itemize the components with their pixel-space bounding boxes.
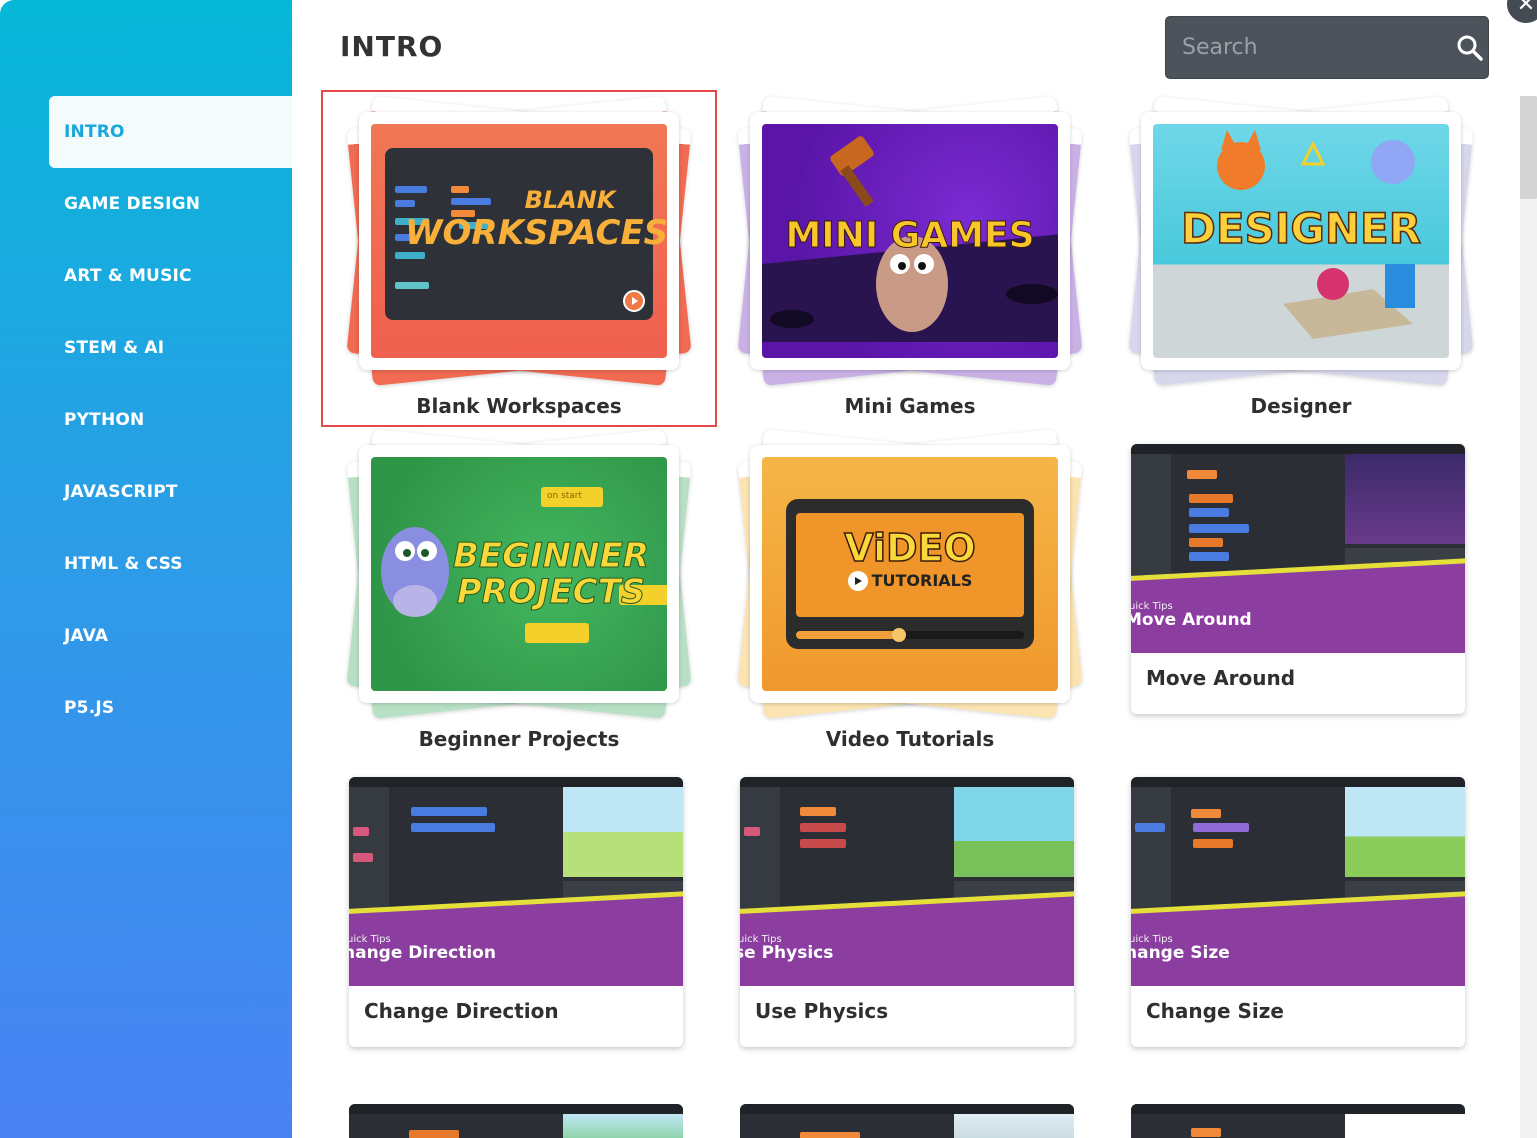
card-label: Video Tutorials: [825, 727, 995, 751]
tile-screenshot: uick Tips hange Direction: [349, 777, 683, 986]
card-label: Blank Workspaces: [416, 394, 622, 418]
project-card-blank-workspaces[interactable]: BLANK WORKSPACES Blank Workspaces: [321, 90, 717, 427]
tile-label: Change Direction: [364, 999, 559, 1023]
video-progress-bar: [796, 628, 1024, 642]
close-icon: ✕: [1516, 0, 1536, 17]
scrollbar-thumb[interactable]: [1520, 96, 1537, 199]
sidebar-item-game-design[interactable]: GAME DESIGN: [49, 168, 292, 240]
sidebar-item-p5js[interactable]: P5.JS: [49, 672, 292, 744]
sidebar: INTRO GAME DESIGN ART & MUSIC STEM & AI …: [0, 0, 292, 1138]
code-block: on start: [541, 487, 603, 507]
play-icon: [623, 290, 645, 312]
search-input[interactable]: [1182, 35, 1456, 60]
art-title: DESIGNER: [1180, 204, 1422, 253]
card-thumbnail: on start BEGINNER PROJECTS: [371, 457, 667, 691]
sidebar-item-intro[interactable]: INTRO: [49, 96, 292, 168]
card-thumbnail: MINI GAMES: [762, 124, 1058, 358]
art-title-line1: BEGINNER: [452, 536, 649, 576]
card-thumbnail: BLANK WORKSPACES: [371, 124, 667, 358]
quick-tips-title: se Physics: [740, 943, 834, 963]
project-card-video-tutorials[interactable]: ViDEO TUTORIALS Video Tutorials: [714, 425, 1106, 758]
tile-label: Use Physics: [755, 999, 889, 1023]
art-title-line2: WORKSPACES: [405, 213, 667, 253]
tutorial-tile-partial[interactable]: [740, 1104, 1074, 1138]
tile-label: Move Around: [1146, 666, 1296, 690]
card-label: Designer: [1250, 394, 1352, 418]
project-card-mini-games[interactable]: MINI GAMES Mini Games: [714, 92, 1106, 425]
tutorial-tile-use-physics[interactable]: uick Tips se Physics Use Physics: [740, 777, 1074, 1047]
sidebar-item-html-css[interactable]: HTML & CSS: [49, 528, 292, 600]
tile-label: Change Size: [1146, 999, 1284, 1023]
tile-screenshot: uick Tips Move Around: [1131, 444, 1465, 653]
tutorial-tile-change-direction[interactable]: uick Tips hange Direction Change Directi…: [349, 777, 683, 1047]
tile-screenshot: uick Tips se Physics: [740, 777, 1074, 986]
sidebar-item-stem-ai[interactable]: STEM & AI: [49, 312, 292, 384]
art-title-line2: PROJECTS: [456, 572, 646, 612]
art-title: MINI GAMES: [785, 215, 1035, 256]
page-title: INTRO: [340, 30, 444, 63]
tutorial-tile-partial[interactable]: [349, 1104, 683, 1138]
sidebar-item-python[interactable]: PYTHON: [49, 384, 292, 456]
sidebar-item-java[interactable]: JAVA: [49, 600, 292, 672]
monster-mascot-icon: [381, 527, 449, 617]
tutorial-tile-move-around[interactable]: uick Tips Move Around Move Around: [1131, 444, 1465, 714]
card-label: Mini Games: [844, 394, 976, 418]
scrollbar-track[interactable]: [1520, 96, 1537, 1138]
card-label: Beginner Projects: [418, 727, 620, 751]
card-thumbnail: DESIGNER: [1153, 124, 1449, 358]
workspace-screen: BLANK WORKSPACES: [385, 148, 667, 320]
search-box[interactable]: [1165, 16, 1489, 79]
sidebar-item-art-music[interactable]: ART & MUSIC: [49, 240, 292, 312]
main-content: INTRO ✕: [292, 0, 1537, 1138]
tv-screen: ViDEO TUTORIALS: [786, 499, 1034, 649]
quick-tips-title: Move Around: [1131, 610, 1252, 630]
art-title-line2: TUTORIALS: [871, 571, 973, 590]
search-icon[interactable]: [1456, 34, 1484, 62]
sidebar-item-javascript[interactable]: JAVASCRIPT: [49, 456, 292, 528]
tile-screenshot: uick Tips hange Size: [1131, 777, 1465, 986]
art-title-line1: BLANK: [524, 186, 616, 214]
project-card-beginner-projects[interactable]: on start BEGINNER PROJECTS Beginner Proj…: [323, 425, 715, 758]
art-title-line1: ViDEO: [843, 526, 976, 570]
close-button[interactable]: ✕: [1504, 0, 1537, 26]
quick-tips-title: hange Direction: [349, 943, 496, 963]
card-stack: BLANK WORKSPACES: [345, 95, 693, 387]
tutorial-tile-partial[interactable]: [1131, 1104, 1465, 1138]
play-icon: [847, 571, 868, 591]
card-thumbnail: ViDEO TUTORIALS: [762, 457, 1058, 691]
tutorial-tile-change-size[interactable]: uick Tips hange Size Change Size: [1131, 777, 1465, 1047]
category-nav: INTRO GAME DESIGN ART & MUSIC STEM & AI …: [49, 96, 292, 744]
project-card-designer[interactable]: DESIGNER Designer: [1105, 92, 1497, 425]
quick-tips-title: hange Size: [1131, 943, 1230, 963]
